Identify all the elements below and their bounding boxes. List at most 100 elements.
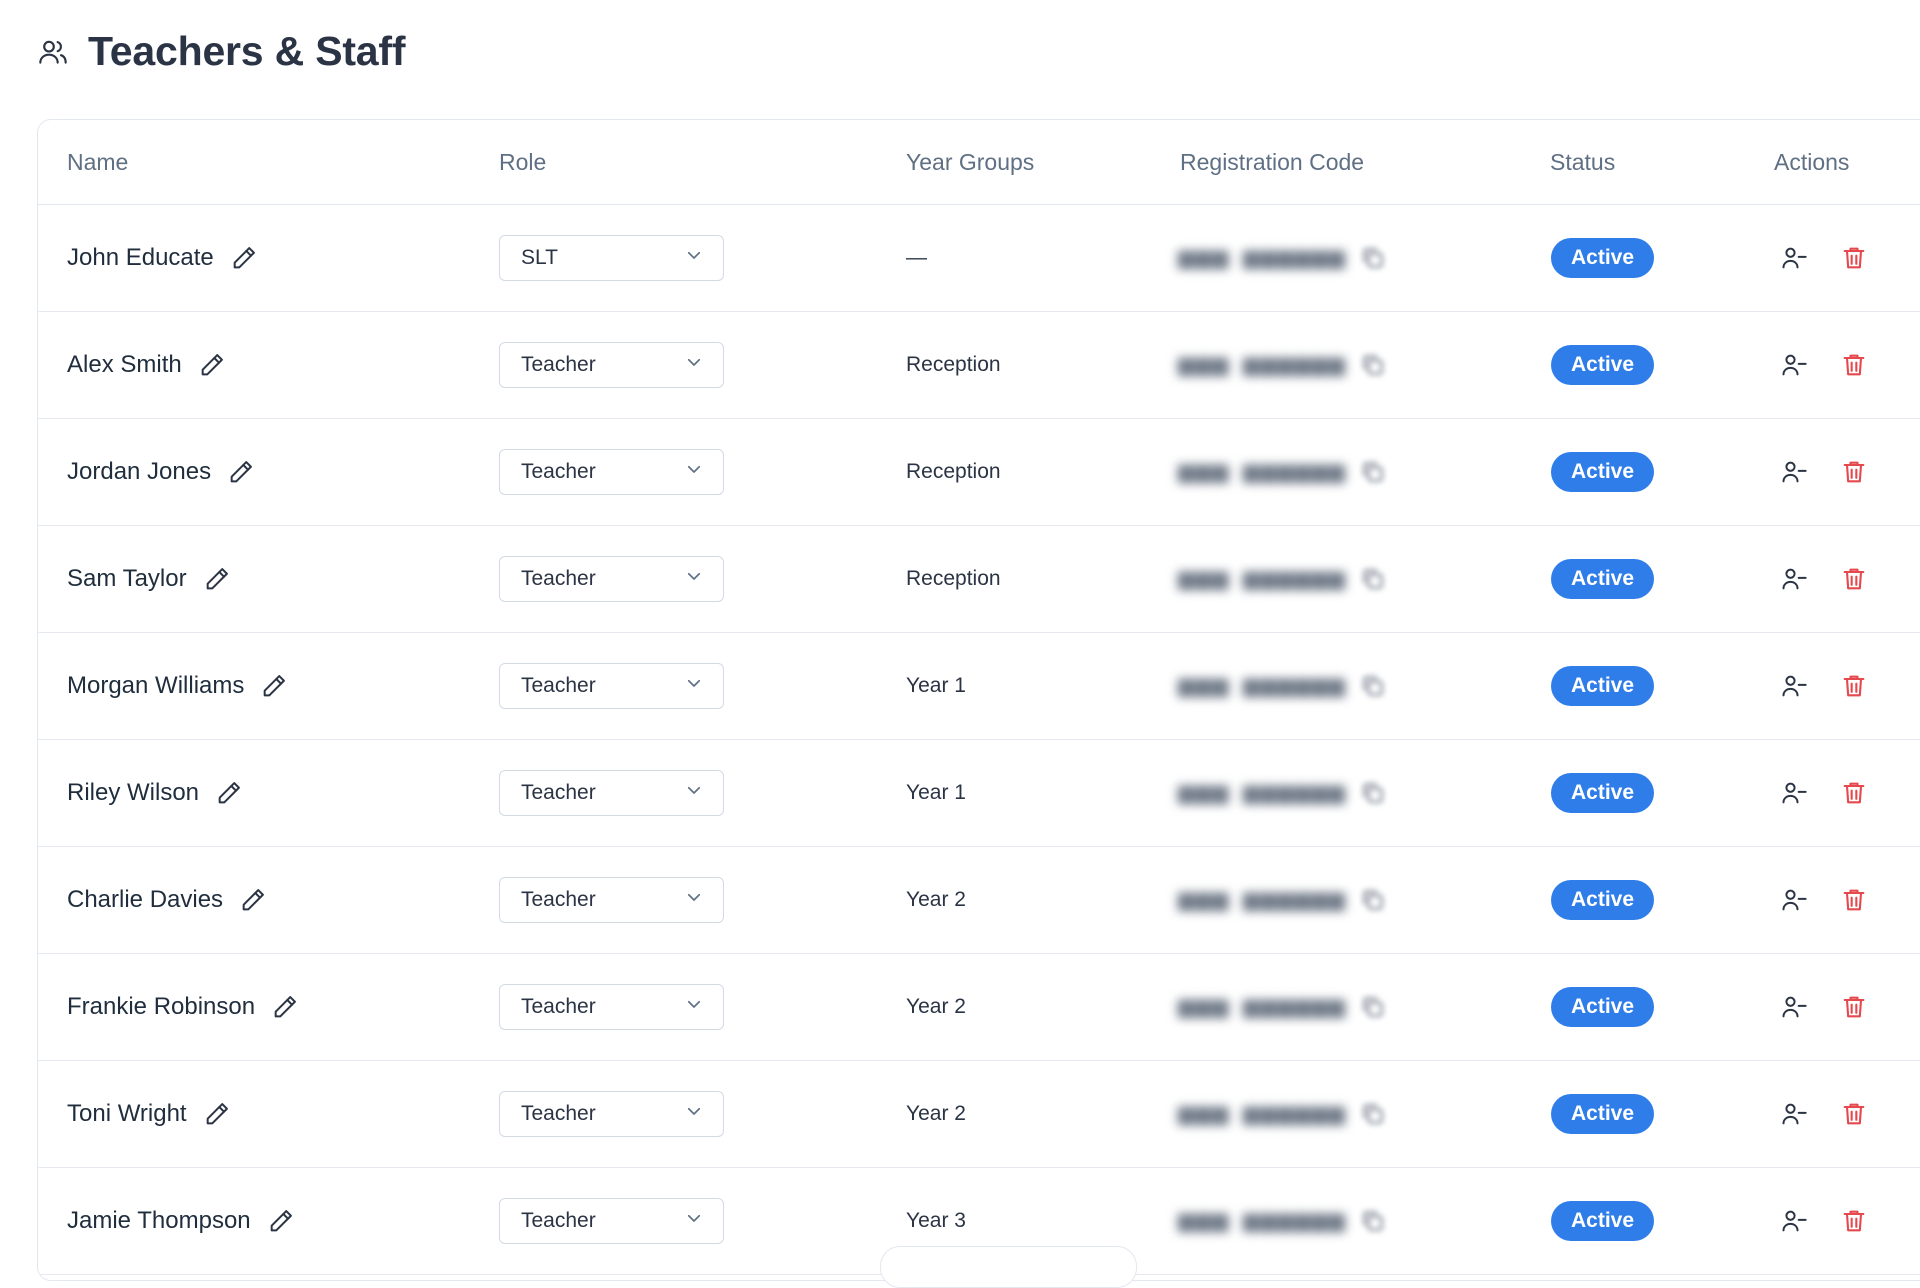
staff-name: John Educate <box>67 244 214 271</box>
year-groups-cell: Reception <box>906 567 1001 590</box>
role-select-value: Teacher <box>521 1209 596 1232</box>
user-minus-icon[interactable] <box>1779 350 1809 380</box>
trash-icon[interactable] <box>1839 457 1869 487</box>
user-minus-icon[interactable] <box>1779 457 1809 487</box>
copy-icon[interactable] <box>1360 565 1388 593</box>
chevron-down-icon <box>685 995 703 1019</box>
trash-icon[interactable] <box>1839 992 1869 1022</box>
copy-icon[interactable] <box>1360 779 1388 807</box>
name-cell: Charlie Davies <box>67 847 269 953</box>
pencil-icon[interactable] <box>260 671 290 701</box>
role-cell: Teacher <box>499 1061 724 1167</box>
copy-icon[interactable] <box>1360 672 1388 700</box>
name-cell: Toni Wright <box>67 1061 233 1167</box>
status-cell: Active <box>1551 312 1655 418</box>
registration-code-redacted: ▆▆▆ ▆▆▆▆▆▆ <box>1178 890 1346 913</box>
user-minus-icon[interactable] <box>1779 564 1809 594</box>
status-badge: Active <box>1551 773 1655 813</box>
status-cell: Active <box>1551 740 1655 846</box>
year-groups-cell: Year 2 <box>906 888 966 911</box>
trash-icon[interactable] <box>1839 885 1869 915</box>
year-groups-cell: Year 1 <box>906 781 966 804</box>
column-header-role[interactable]: Role <box>499 120 546 204</box>
table-row: Toni Wright Teacher Year 2 ▆▆▆ ▆▆▆▆▆▆ Ac… <box>38 1061 1920 1168</box>
column-header-name[interactable]: Name <box>67 120 128 204</box>
trash-icon[interactable] <box>1839 778 1869 808</box>
user-minus-icon[interactable] <box>1779 671 1809 701</box>
pencil-icon[interactable] <box>198 350 228 380</box>
role-cell: Teacher <box>499 312 724 418</box>
status-cell: Active <box>1551 1168 1655 1274</box>
table-body: John Educate SLT — ▆▆▆ ▆▆▆▆▆▆ Active Ale… <box>38 205 1920 1275</box>
role-select[interactable]: SLT <box>499 235 724 281</box>
copy-icon[interactable] <box>1360 993 1388 1021</box>
table-row: Alex Smith Teacher Reception ▆▆▆ ▆▆▆▆▆▆ <box>38 312 1920 419</box>
pencil-icon[interactable] <box>215 778 245 808</box>
status-cell: Active <box>1551 847 1655 953</box>
pencil-icon[interactable] <box>227 457 257 487</box>
role-select-value: Teacher <box>521 460 596 483</box>
status-badge: Active <box>1551 1094 1655 1134</box>
column-header-year-groups[interactable]: Year Groups <box>906 120 1034 204</box>
copy-icon[interactable] <box>1360 351 1388 379</box>
role-select[interactable]: Teacher <box>499 1091 724 1137</box>
status-badge: Active <box>1551 345 1655 385</box>
status-badge: Active <box>1551 666 1655 706</box>
user-minus-icon[interactable] <box>1779 885 1809 915</box>
pencil-icon[interactable] <box>203 1099 233 1129</box>
pencil-icon[interactable] <box>271 992 301 1022</box>
pencil-icon[interactable] <box>239 885 269 915</box>
registration-code-redacted: ▆▆▆ ▆▆▆▆▆▆ <box>1178 248 1346 271</box>
copy-icon[interactable] <box>1360 1100 1388 1128</box>
pencil-icon[interactable] <box>267 1206 297 1236</box>
name-cell: Frankie Robinson <box>67 954 301 1060</box>
role-select[interactable]: Teacher <box>499 1198 724 1244</box>
role-cell: Teacher <box>499 954 724 1060</box>
users-icon <box>36 35 70 69</box>
user-minus-icon[interactable] <box>1779 778 1809 808</box>
role-cell: Teacher <box>499 526 724 632</box>
column-header-actions: Actions <box>1774 149 1850 175</box>
trash-icon[interactable] <box>1839 564 1869 594</box>
actions-cell <box>1779 847 1869 953</box>
column-header-status[interactable]: Status <box>1550 120 1615 204</box>
column-header-registration-code[interactable]: Registration Code <box>1180 120 1364 204</box>
role-select[interactable]: Teacher <box>499 449 724 495</box>
pencil-icon[interactable] <box>203 564 233 594</box>
staff-name: Frankie Robinson <box>67 993 256 1020</box>
trash-icon[interactable] <box>1839 243 1869 273</box>
name-cell: Morgan Williams <box>67 633 290 739</box>
role-cell: Teacher <box>499 847 724 953</box>
registration-code-cell: ▆▆▆ ▆▆▆▆▆▆ <box>1178 205 1388 311</box>
user-minus-icon[interactable] <box>1779 243 1809 273</box>
staff-name: Jordan Jones <box>67 458 212 485</box>
registration-code-redacted: ▆▆▆ ▆▆▆▆▆▆ <box>1178 1104 1346 1127</box>
year-groups-cell: Year 2 <box>906 995 966 1018</box>
pencil-icon[interactable] <box>230 243 260 273</box>
trash-icon[interactable] <box>1839 350 1869 380</box>
scroll-indicator[interactable] <box>880 1246 1137 1288</box>
role-select-value: Teacher <box>521 1102 596 1125</box>
copy-icon[interactable] <box>1360 458 1388 486</box>
role-select[interactable]: Teacher <box>499 556 724 602</box>
copy-icon[interactable] <box>1360 1207 1388 1235</box>
copy-icon[interactable] <box>1360 886 1388 914</box>
role-select[interactable]: Teacher <box>499 663 724 709</box>
year-groups-cell: Year 2 <box>906 1102 966 1125</box>
role-select[interactable]: Teacher <box>499 770 724 816</box>
trash-icon[interactable] <box>1839 1099 1869 1129</box>
name-cell: John Educate <box>67 205 260 311</box>
role-select[interactable]: Teacher <box>499 342 724 388</box>
copy-icon[interactable] <box>1360 244 1388 272</box>
role-select[interactable]: Teacher <box>499 877 724 923</box>
registration-code-redacted: ▆▆▆ ▆▆▆▆▆▆ <box>1178 783 1346 806</box>
user-minus-icon[interactable] <box>1779 1206 1809 1236</box>
status-badge: Active <box>1551 880 1655 920</box>
status-cell: Active <box>1551 954 1655 1060</box>
user-minus-icon[interactable] <box>1779 992 1809 1022</box>
role-select[interactable]: Teacher <box>499 984 724 1030</box>
user-minus-icon[interactable] <box>1779 1099 1809 1129</box>
trash-icon[interactable] <box>1839 671 1869 701</box>
trash-icon[interactable] <box>1839 1206 1869 1236</box>
staff-name: Morgan Williams <box>67 672 245 699</box>
